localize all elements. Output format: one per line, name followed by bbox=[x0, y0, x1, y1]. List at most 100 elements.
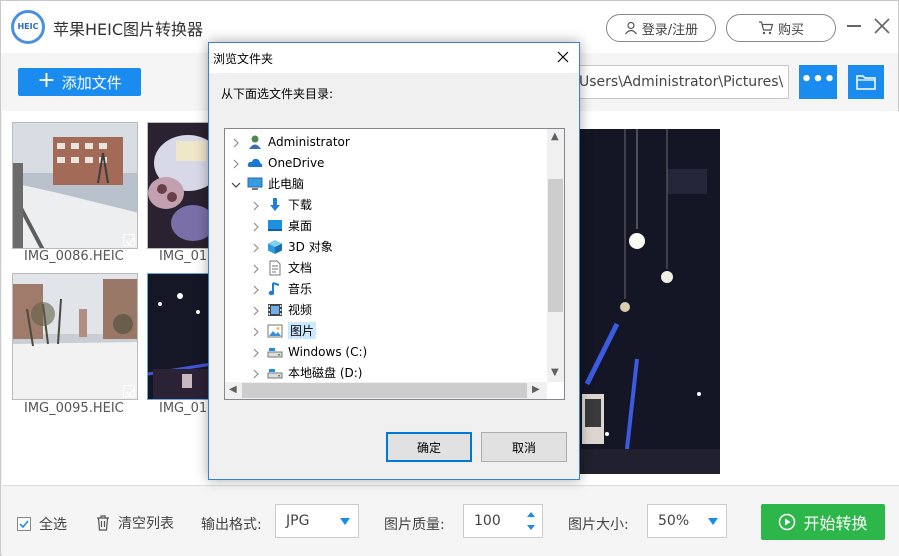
checkbox-checked[interactable] bbox=[123, 234, 135, 246]
clear-list-button[interactable]: 清空列表 bbox=[96, 513, 174, 533]
tree-item[interactable]: 下载 bbox=[225, 194, 545, 215]
plus-icon: + bbox=[37, 67, 56, 93]
thumbnail-label: IMG_01 bbox=[159, 249, 208, 264]
drive-icon bbox=[267, 365, 283, 381]
quality-label: 图片质量: bbox=[384, 517, 445, 533]
chevron-right-icon[interactable] bbox=[251, 326, 261, 336]
thumbnail-image[interactable] bbox=[12, 122, 138, 249]
clear-list-label: 清空列表 bbox=[118, 516, 174, 532]
thumbnail-image[interactable] bbox=[147, 273, 211, 400]
start-convert-button[interactable]: 开始转换 bbox=[761, 504, 885, 540]
more-options-button[interactable]: ••• bbox=[799, 65, 837, 99]
buy-button[interactable]: 购买 bbox=[726, 14, 836, 42]
tree-item[interactable]: 图片 bbox=[225, 320, 545, 341]
tree-item[interactable]: 视频 bbox=[225, 299, 545, 320]
desktop-icon bbox=[267, 218, 283, 234]
add-file-label: 添加文件 bbox=[61, 73, 122, 92]
dropdown-arrow-icon bbox=[340, 518, 350, 525]
dialog-instruction: 从下面选文件夹目录: bbox=[221, 87, 334, 101]
chevron-right-icon[interactable] bbox=[251, 221, 261, 231]
size-label: 图片大小: bbox=[568, 517, 629, 533]
user-icon bbox=[624, 21, 637, 35]
chevron-right-icon[interactable] bbox=[231, 158, 241, 168]
select-all-label: 全选 bbox=[39, 517, 67, 533]
scroll-up-icon[interactable]: ▲ bbox=[551, 131, 559, 142]
close-icon[interactable] bbox=[872, 16, 892, 36]
chevron-right-icon[interactable] bbox=[251, 347, 261, 357]
horizontal-scrollbar[interactable]: ◀ ▶ bbox=[225, 382, 547, 399]
tree-item[interactable]: 本地磁盘 (D:) bbox=[225, 362, 545, 383]
chevron-right-icon[interactable] bbox=[251, 284, 261, 294]
minimize-button[interactable] bbox=[847, 25, 861, 27]
chevron-right-icon[interactable] bbox=[251, 200, 261, 210]
tree-item[interactable]: Administrator bbox=[225, 131, 545, 152]
computer-icon bbox=[247, 176, 263, 192]
cancel-button[interactable]: 取消 bbox=[481, 432, 567, 462]
check-icon bbox=[17, 517, 31, 531]
thumbnail-image[interactable] bbox=[12, 273, 138, 400]
scroll-right-icon[interactable]: ▶ bbox=[532, 384, 540, 395]
chevron-right-icon[interactable] bbox=[251, 305, 261, 315]
output-format-label: 输出格式: bbox=[201, 517, 262, 533]
image-preview bbox=[577, 129, 720, 474]
quality-stepper[interactable]: 100 bbox=[463, 504, 543, 538]
scroll-thumb[interactable] bbox=[242, 383, 527, 398]
download-icon bbox=[267, 197, 283, 213]
cube-icon bbox=[267, 239, 283, 255]
dropdown-arrow-icon bbox=[708, 518, 718, 525]
cloud-icon bbox=[247, 155, 263, 171]
start-convert-label: 开始转换 bbox=[803, 514, 868, 533]
user-icon bbox=[247, 134, 263, 150]
tree-item[interactable]: 3D 对象 bbox=[225, 236, 545, 257]
scroll-left-icon[interactable]: ◀ bbox=[229, 384, 237, 395]
app-title: 苹果HEIC图片转换器 bbox=[53, 20, 204, 39]
chevron-down-icon[interactable] bbox=[231, 179, 241, 189]
login-button[interactable]: 登录/注册 bbox=[606, 14, 716, 42]
output-path-field[interactable]: Users\Administrator\Pictures\ bbox=[576, 65, 789, 99]
thumbnail-label: IMG_0086.HEIC bbox=[24, 249, 124, 264]
scroll-down-icon[interactable]: ▼ bbox=[551, 367, 559, 378]
size-select[interactable]: 50% bbox=[647, 504, 727, 538]
vertical-scrollbar[interactable]: ▲ ▼ bbox=[547, 129, 564, 382]
tree-item[interactable]: Windows (C:) bbox=[225, 341, 545, 362]
checkbox-checked[interactable] bbox=[123, 385, 135, 397]
tree-item-label: 图片 bbox=[288, 322, 317, 339]
dialog-title-bar: 浏览文件夹 bbox=[209, 43, 579, 73]
output-format-value: JPG bbox=[286, 513, 310, 529]
close-icon[interactable] bbox=[555, 49, 571, 65]
thumbnail-image[interactable] bbox=[147, 122, 211, 249]
tree-item-label: 音乐 bbox=[288, 282, 313, 296]
size-value: 50% bbox=[658, 513, 690, 529]
ok-button[interactable]: 确定 bbox=[386, 432, 472, 462]
chevron-right-icon[interactable] bbox=[251, 242, 261, 252]
bottom-toolbar: 全选 清空列表 输出格式: JPG 图片质量: 100 图片大小: 50% 开始… bbox=[2, 485, 899, 556]
tree-item[interactable]: 文档 bbox=[225, 257, 545, 278]
cart-icon bbox=[758, 21, 774, 35]
tree-item-label: Windows (C:) bbox=[288, 344, 368, 359]
open-folder-button[interactable] bbox=[848, 65, 884, 99]
food-photo bbox=[148, 123, 210, 248]
add-file-button[interactable]: + 添加文件 bbox=[18, 68, 141, 96]
tree-item-label: 此电脑 bbox=[268, 177, 305, 191]
browse-folder-dialog: 浏览文件夹 从下面选文件夹目录: Administrator OneDrive 此电… bbox=[208, 42, 580, 480]
select-all-checkbox[interactable]: 全选 bbox=[17, 514, 67, 534]
tree-item-label: 文档 bbox=[288, 261, 313, 275]
pictures-icon bbox=[267, 323, 283, 339]
tree-item[interactable]: 桌面 bbox=[225, 215, 545, 236]
tree-item[interactable]: 此电脑 bbox=[225, 173, 545, 194]
chevron-right-icon[interactable] bbox=[251, 368, 261, 378]
quality-value: 100 bbox=[474, 513, 501, 529]
night-venue-photo bbox=[148, 274, 210, 399]
login-label: 登录/注册 bbox=[641, 22, 699, 38]
stepper-arrows-icon[interactable] bbox=[526, 509, 536, 533]
chevron-right-icon[interactable] bbox=[231, 137, 241, 147]
tree-item[interactable]: OneDrive bbox=[225, 152, 545, 173]
tree-item-label: 桌面 bbox=[288, 219, 313, 233]
check-icon bbox=[125, 388, 135, 397]
output-format-select[interactable]: JPG bbox=[275, 504, 359, 538]
music-icon bbox=[267, 281, 283, 297]
tree-item[interactable]: 音乐 bbox=[225, 278, 545, 299]
chevron-right-icon[interactable] bbox=[251, 263, 261, 273]
scroll-thumb[interactable] bbox=[548, 179, 563, 312]
folder-tree[interactable]: Administrator OneDrive 此电脑下载桌面 3D 对象文档音乐视频图… bbox=[224, 128, 565, 400]
